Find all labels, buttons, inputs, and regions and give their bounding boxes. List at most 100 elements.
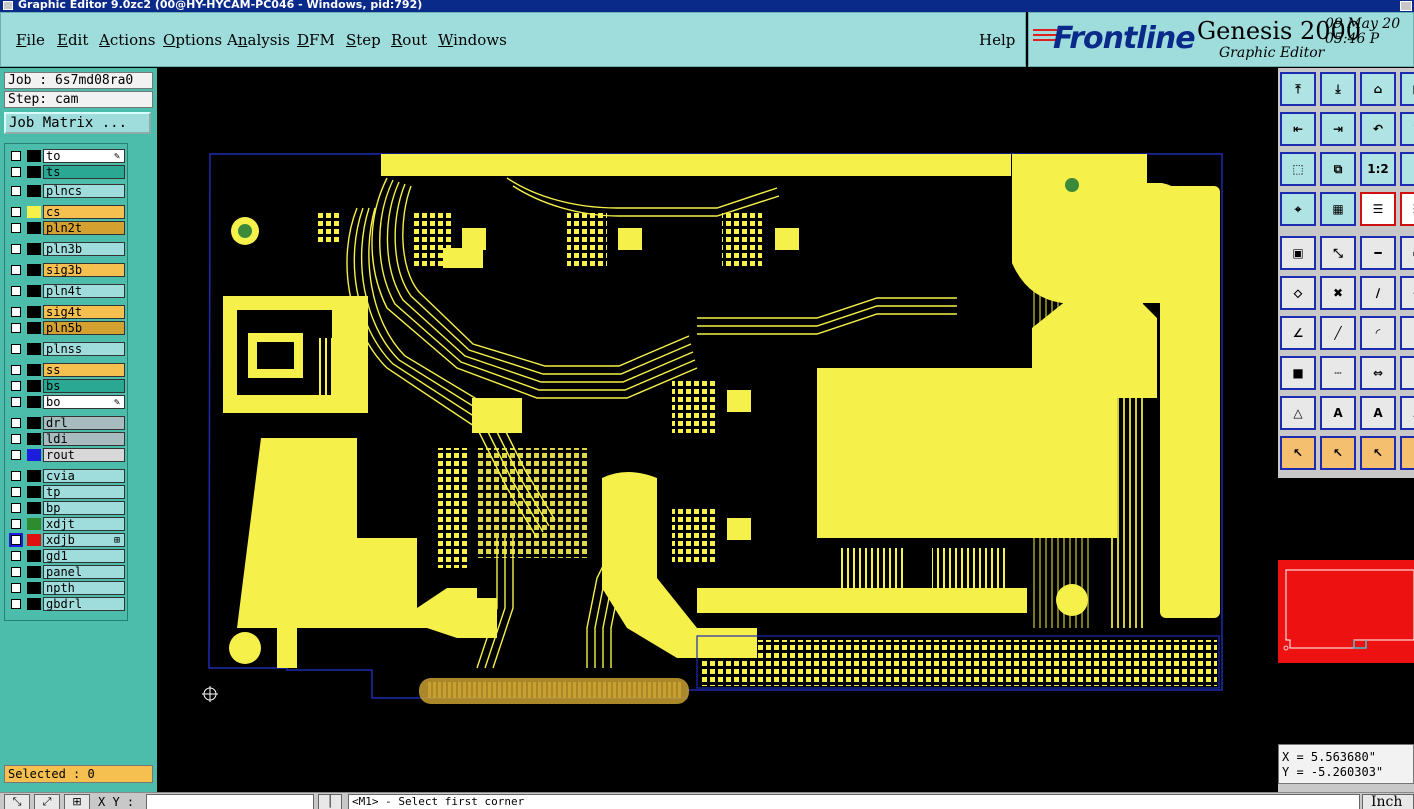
dash-line-tool-button[interactable]: ┄ — [1320, 356, 1356, 390]
layer-checkbox[interactable] — [11, 365, 21, 375]
app-icon[interactable] — [3, 1, 13, 10]
layer-row-ldi[interactable]: ldi — [7, 432, 127, 446]
fit-profile-tool-button[interactable]: ⧉ — [1320, 152, 1356, 186]
layer-row-sig3b[interactable]: sig3b — [7, 263, 127, 277]
layer-name[interactable]: pln4t — [43, 284, 125, 298]
layer-checkbox[interactable] — [11, 551, 21, 561]
layer-row-drl[interactable]: drl — [7, 416, 127, 430]
layer-checkbox[interactable] — [11, 418, 21, 428]
slash-tool-button[interactable]: ╱ — [1320, 316, 1356, 350]
layer-row-pln4t[interactable]: pln4t — [7, 284, 127, 298]
layer-checkbox[interactable] — [11, 286, 21, 296]
layer-row-rout[interactable]: rout — [7, 448, 127, 462]
layer-name[interactable]: plnss — [43, 342, 125, 356]
layer-color-swatch[interactable] — [27, 396, 41, 408]
move-down-tool-button[interactable]: ⤓ — [1320, 72, 1356, 106]
layer-name[interactable]: bs — [43, 379, 125, 393]
layer-checkbox[interactable] — [11, 186, 21, 196]
layer-checkbox[interactable] — [11, 471, 21, 481]
layer-row-npth[interactable]: npth — [7, 581, 127, 595]
job-matrix-button[interactable]: Job Matrix ... — [4, 112, 151, 134]
overview-map[interactable] — [1278, 478, 1414, 744]
layer-row-xdjt[interactable]: xdjt — [7, 517, 127, 531]
layer-checkbox[interactable] — [11, 503, 21, 513]
snap-grid-button[interactable]: ⊞ — [64, 794, 90, 809]
layer-name[interactable]: pln2t — [43, 221, 125, 235]
diag-line-tool-button[interactable]: ∕ — [1360, 276, 1396, 310]
layer-name[interactable]: xdjt — [43, 517, 125, 531]
layer-name[interactable]: tp — [43, 485, 125, 499]
one-to-two-tool-button[interactable]: 1:2 — [1360, 152, 1396, 186]
layer-name[interactable]: ss — [43, 363, 125, 377]
pointer-box-tool-button[interactable]: ↖ — [1320, 436, 1356, 470]
layer-color-swatch[interactable] — [27, 206, 41, 218]
layer-color-swatch[interactable] — [27, 470, 41, 482]
layer-color-swatch[interactable] — [27, 222, 41, 234]
dimension-tool-button[interactable]: ⇔ — [1360, 356, 1396, 390]
layer-row-gbdrl[interactable]: gbdrl — [7, 597, 127, 611]
layer-name[interactable]: npth — [43, 581, 125, 595]
layer-checkbox[interactable] — [11, 567, 21, 577]
layer-color-swatch[interactable] — [27, 166, 41, 178]
layer-name[interactable]: bo ✎ — [43, 395, 125, 409]
grid-tool-button[interactable]: ▦ — [1320, 192, 1356, 226]
layer-row-panel[interactable]: panel — [7, 565, 127, 579]
layer-checkbox[interactable] — [11, 207, 21, 217]
layer-name[interactable]: rout — [43, 448, 125, 462]
layer-color-swatch[interactable] — [27, 550, 41, 562]
layer-checkbox[interactable] — [11, 487, 21, 497]
layer-checkbox[interactable] — [11, 583, 21, 593]
layer-row-cs[interactable]: cs — [7, 205, 127, 219]
menu-step[interactable]: Step — [346, 31, 381, 49]
window-controls-icon[interactable] — [1400, 1, 1412, 11]
zoom-cross-button[interactable]: ⤢ — [34, 794, 60, 809]
layer-name[interactable]: ts — [43, 165, 125, 179]
layer-color-swatch[interactable] — [27, 185, 41, 197]
layer-row-cvia[interactable]: cvia — [7, 469, 127, 483]
layers-tool-button[interactable]: ☰ — [1360, 192, 1396, 226]
layer-checkbox[interactable] — [11, 265, 21, 275]
layer-name[interactable]: gbdrl — [43, 597, 125, 611]
fit-window-tool-button[interactable]: ⬚ — [1280, 152, 1316, 186]
layer-row-plncs[interactable]: plncs — [7, 184, 127, 198]
xy-input[interactable] — [146, 794, 314, 809]
layer-color-swatch[interactable] — [27, 582, 41, 594]
layer-checkbox[interactable] — [11, 244, 21, 254]
layers-alt-tool-button[interactable]: ☰ — [1400, 192, 1414, 226]
layer-row-to[interactable]: to ✎ — [7, 149, 127, 163]
pointer-alt-tool-button[interactable]: ↖ — [1400, 436, 1414, 470]
layer-checkbox[interactable] — [11, 307, 21, 317]
select-line-tool-button[interactable]: ⤡ — [1320, 236, 1356, 270]
layer-color-swatch[interactable] — [27, 322, 41, 334]
layer-row-xdjb[interactable]: xdjb ⊞ — [7, 533, 127, 547]
menu-actions[interactable]: Actions — [99, 31, 155, 49]
layer-checkbox[interactable] — [11, 344, 21, 354]
text-a-bold-tool-button[interactable]: A — [1360, 396, 1396, 430]
layer-name[interactable]: gd1 — [43, 549, 125, 563]
arc-tool-button[interactable]: ◜ — [1360, 316, 1396, 350]
layer-color-swatch[interactable] — [27, 449, 41, 461]
line-end-tool-button[interactable]: → — [1400, 276, 1414, 310]
layer-checkbox[interactable] — [11, 599, 21, 609]
zoom-box-button[interactable]: ⤡ — [4, 794, 30, 809]
layer-name[interactable]: xdjb ⊞ — [43, 533, 125, 547]
menu-options[interactable]: Options — [163, 31, 222, 49]
layer-row-ss[interactable]: ss — [7, 363, 127, 377]
layer-checkbox[interactable] — [11, 223, 21, 233]
layer-row-pln2t[interactable]: pln2t — [7, 221, 127, 235]
layer-color-swatch[interactable] — [27, 433, 41, 445]
snap-tool-button[interactable]: ⌖ — [1280, 192, 1316, 226]
menu-dfm[interactable]: DFM — [297, 31, 335, 49]
layer-color-swatch[interactable] — [27, 486, 41, 498]
redraw-tool-button[interactable]: ↻ — [1400, 112, 1414, 146]
pad-add-tool-button[interactable]: ■ — [1280, 356, 1316, 390]
zoom-back-tool-button[interactable]: ↶ — [1360, 112, 1396, 146]
panel-tool-button[interactable]: □ — [1400, 72, 1414, 106]
layer-color-swatch[interactable] — [27, 243, 41, 255]
layer-color-swatch[interactable] — [27, 566, 41, 578]
layer-color-swatch[interactable] — [27, 264, 41, 276]
layer-row-bo[interactable]: bo ✎ — [7, 395, 127, 409]
layer-checkbox[interactable] — [11, 519, 21, 529]
layer-name[interactable]: panel — [43, 565, 125, 579]
zoom-right-tool-button[interactable]: ⇥ — [1320, 112, 1356, 146]
